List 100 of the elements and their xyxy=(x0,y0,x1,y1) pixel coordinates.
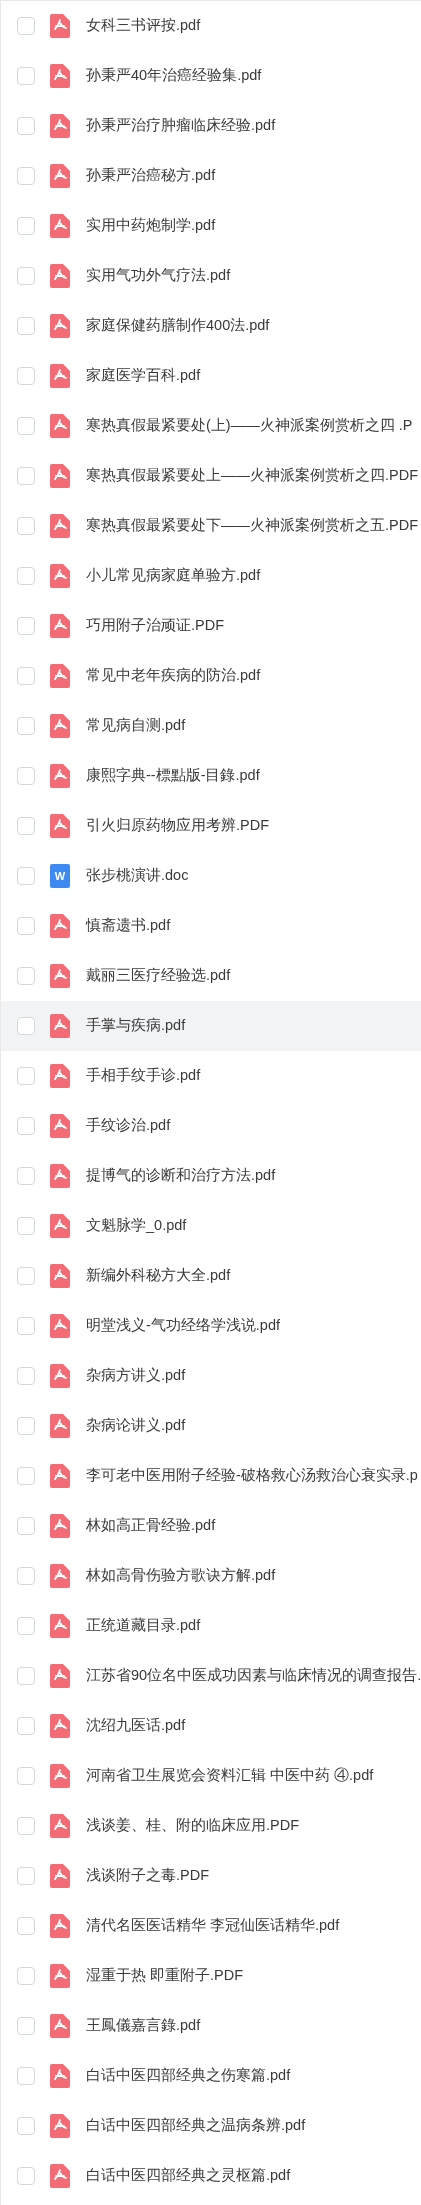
checkbox[interactable] xyxy=(17,2017,35,2035)
checkbox[interactable] xyxy=(17,367,35,385)
checkbox[interactable] xyxy=(17,1967,35,1985)
file-name: 浅谈附子之毒.PDF xyxy=(86,1866,210,1886)
pdf-file-icon xyxy=(50,64,70,88)
checkbox[interactable] xyxy=(17,2117,35,2135)
checkbox[interactable] xyxy=(17,17,35,35)
pdf-file-icon xyxy=(50,464,70,488)
file-name: 寒热真假最紧要处(上)——火神派案例赏析之四 .P xyxy=(86,416,413,436)
file-name: 文魁脉学_0.pdf xyxy=(86,1216,187,1236)
checkbox[interactable] xyxy=(17,2067,35,2085)
pdf-file-icon xyxy=(50,2164,70,2188)
checkbox[interactable] xyxy=(17,1917,35,1935)
checkbox[interactable] xyxy=(17,1867,35,1885)
file-name: 康熙字典--標點版-目錄.pdf xyxy=(86,766,260,786)
pdf-file-icon xyxy=(50,1914,70,1938)
checkbox[interactable] xyxy=(17,1817,35,1835)
checkbox[interactable] xyxy=(17,267,35,285)
pdf-file-icon xyxy=(50,364,70,388)
file-name: 正统道藏目录.pdf xyxy=(86,1616,201,1636)
file-name: 新编外科秘方大全.pdf xyxy=(86,1266,231,1286)
checkbox[interactable] xyxy=(17,467,35,485)
checkbox[interactable] xyxy=(17,817,35,835)
pdf-file-icon xyxy=(50,2064,70,2088)
checkbox[interactable] xyxy=(17,1517,35,1535)
pdf-file-icon xyxy=(50,1264,70,1288)
file-name: 清代名医医话精华 李冠仙医话精华.pdf xyxy=(86,1916,340,1936)
file-name: 河南省卫生展览会资料汇辑 中医中药 ④.pdf xyxy=(86,1766,374,1786)
file-name: 江苏省90位名中医成功因素与临床情况的调查报告. xyxy=(86,1666,421,1686)
checkbox[interactable] xyxy=(17,1067,35,1085)
checkbox[interactable] xyxy=(17,1567,35,1585)
checkbox[interactable] xyxy=(17,417,35,435)
file-name: 林如高骨伤验方歌诀方解.pdf xyxy=(86,1566,276,1586)
checkbox[interactable] xyxy=(17,717,35,735)
pdf-file-icon xyxy=(50,1964,70,1988)
checkbox[interactable] xyxy=(17,1267,35,1285)
checkbox[interactable] xyxy=(17,1717,35,1735)
file-name: 手掌与疾病.pdf xyxy=(86,1016,186,1036)
checkbox[interactable] xyxy=(17,1167,35,1185)
file-name: 提博气的诊断和治疗方法.pdf xyxy=(86,1166,276,1186)
file-name: 王鳳儀嘉言錄.pdf xyxy=(86,2016,201,2036)
file-name: 白话中医四部经典之灵枢篇.pdf xyxy=(86,2166,291,2186)
checkbox[interactable] xyxy=(17,67,35,85)
file-name: 孙秉严治疗肿瘤临床经验.pdf xyxy=(86,116,276,136)
pdf-file-icon xyxy=(50,1064,70,1088)
file-name: 浅谈姜、桂、附的临床应用.PDF xyxy=(86,1816,300,1836)
file-name: 寒热真假最紧要处上——火神派案例赏析之四.PDF xyxy=(86,466,419,486)
pdf-file-icon xyxy=(50,414,70,438)
checkbox[interactable] xyxy=(17,1617,35,1635)
pdf-file-icon xyxy=(50,714,70,738)
file-name: 女科三书评按.pdf xyxy=(86,16,201,36)
checkbox[interactable] xyxy=(17,617,35,635)
checkbox[interactable] xyxy=(17,1217,35,1235)
pdf-file-icon xyxy=(50,1764,70,1788)
file-row[interactable]: 手掌与疾病.pdf xyxy=(1,1001,421,1051)
checkbox[interactable] xyxy=(17,117,35,135)
checkbox[interactable] xyxy=(17,667,35,685)
pdf-file-icon xyxy=(50,1214,70,1238)
pdf-file-icon xyxy=(50,1564,70,1588)
checkbox[interactable] xyxy=(17,867,35,885)
checkbox[interactable] xyxy=(17,1017,35,1035)
pdf-file-icon xyxy=(50,1014,70,1038)
checkbox[interactable] xyxy=(17,1417,35,1435)
pdf-file-icon xyxy=(50,614,70,638)
checkbox[interactable] xyxy=(17,967,35,985)
pdf-file-icon xyxy=(50,314,70,338)
pdf-file-icon xyxy=(50,2114,70,2138)
file-name: 常见病自测.pdf xyxy=(86,716,186,736)
checkbox[interactable] xyxy=(17,217,35,235)
pdf-file-icon xyxy=(50,264,70,288)
pdf-file-icon xyxy=(50,1114,70,1138)
checkbox[interactable] xyxy=(17,2167,35,2185)
checkbox[interactable] xyxy=(17,1667,35,1685)
checkbox[interactable] xyxy=(17,567,35,585)
checkbox[interactable] xyxy=(17,1467,35,1485)
checkbox[interactable] xyxy=(17,1367,35,1385)
file-name: 巧用附子治顽证.PDF xyxy=(86,616,225,636)
pdf-file-icon xyxy=(50,1464,70,1488)
pdf-file-icon xyxy=(50,164,70,188)
file-name: 白话中医四部经典之伤寒篇.pdf xyxy=(86,2066,291,2086)
pdf-file-icon xyxy=(50,1814,70,1838)
pdf-file-icon xyxy=(50,214,70,238)
checkbox[interactable] xyxy=(17,767,35,785)
pdf-file-icon xyxy=(50,1514,70,1538)
checkbox[interactable] xyxy=(17,917,35,935)
checkbox[interactable] xyxy=(17,517,35,535)
file-name: 孙秉严治癌秘方.pdf xyxy=(86,166,216,186)
checkbox[interactable] xyxy=(17,1767,35,1785)
file-name: 小儿常见病家庭单验方.pdf xyxy=(86,566,261,586)
file-name: 寒热真假最紧要处下——火神派案例赏析之五.PDF xyxy=(86,516,419,536)
file-name: 林如高正骨经验.pdf xyxy=(86,1516,216,1536)
pdf-file-icon xyxy=(50,14,70,38)
checkbox[interactable] xyxy=(17,1117,35,1135)
pdf-file-icon xyxy=(50,1614,70,1638)
word-file-icon: W xyxy=(50,864,70,888)
checkbox[interactable] xyxy=(17,317,35,335)
pdf-file-icon xyxy=(50,114,70,138)
checkbox[interactable] xyxy=(17,1317,35,1335)
checkbox[interactable] xyxy=(17,167,35,185)
pdf-file-icon xyxy=(50,1414,70,1438)
